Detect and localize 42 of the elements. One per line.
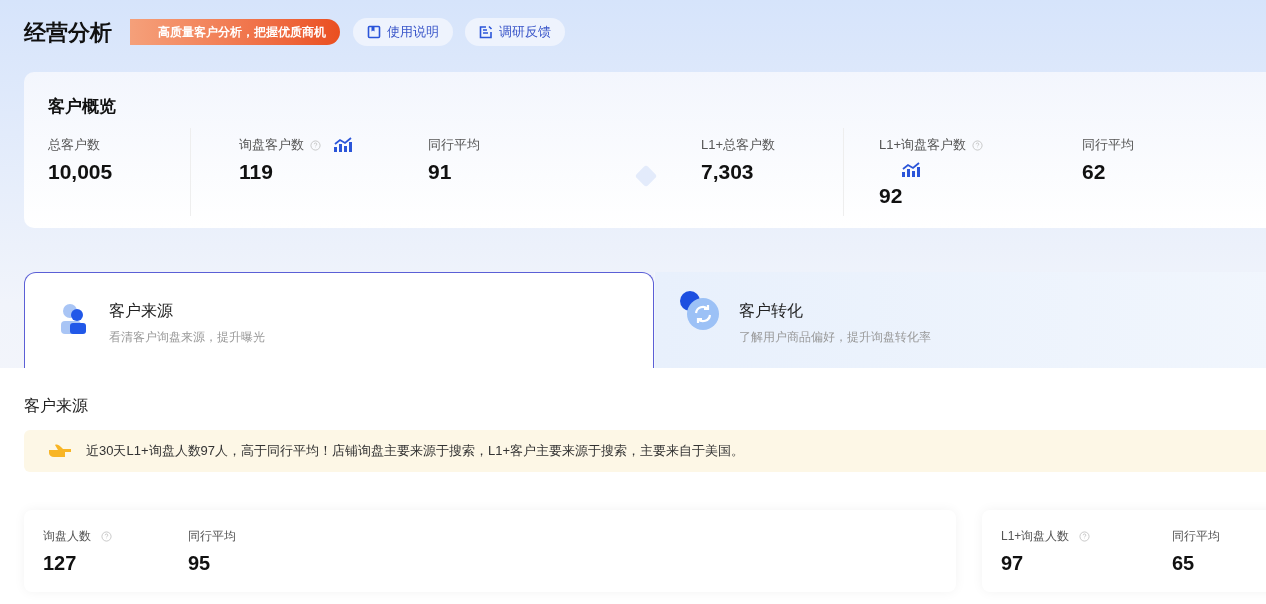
metric-value: 92 [879,183,904,209]
tab-subtitle: 看清客户询盘来源，提升曝光 [109,329,265,346]
help-icon [1079,530,1091,542]
book-icon [367,25,381,39]
help-icon [972,139,984,151]
metric-value: 7,303 [701,159,755,185]
header-button[interactable]: 使用说明 [353,18,453,46]
tab[interactable]: 客户转化 了解用户商品偏好，提升询盘转化率 [654,272,1266,368]
page-title: 经营分析 [24,18,112,47]
metric-label: 询盘客户数 [239,136,304,155]
metric-value: 95 [188,551,212,576]
help-icon [310,139,321,151]
tip-text: 近30天L1+询盘人数97人，高于同行平均！店铺询盘主要来源于搜索，L1+客户主要来源于搜索，主要来自于美国。 [86,442,745,461]
metric-label: 询盘人数 [43,528,91,545]
tab-title: 客户来源 [109,301,174,321]
metric-value: 10,005 [48,159,114,185]
promo-banner: 高质量客户分析，把握优质商机 [130,19,340,45]
pointing-hand-icon [48,443,72,459]
tab-title: 客户转化 [739,301,804,321]
metric-value: 65 [1172,551,1196,576]
metric-value: 127 [43,551,78,576]
metric-label: L1+询盘客户数 [879,136,967,155]
metric-label: 同行平均 [1082,136,1134,155]
metric-value: 91 [428,159,453,185]
metric-label: 同行平均 [188,528,236,545]
metric-label: 同行平均 [428,136,480,155]
metric-value: 97 [1001,551,1025,576]
tab[interactable]: 客户来源 看清客户询盘来源，提升曝光 [24,272,654,368]
metric-label: L1+询盘人数 [1001,528,1070,545]
tab-subtitle: 了解用户商品偏好，提升询盘转化率 [739,329,931,346]
help-icon [101,530,112,542]
metric-label: 总客户数 [48,136,100,155]
section-title: 客户来源 [24,396,89,416]
section-title: 客户概览 [48,96,117,116]
metric-value: 119 [239,159,274,185]
metric-label: L1+总客户数 [701,136,776,155]
header-button[interactable]: 调研反馈 [465,18,565,46]
bar-chart-icon[interactable] [901,162,921,178]
edit-icon [479,25,493,39]
bar-chart-icon[interactable] [333,137,353,153]
metric-value: 62 [1082,159,1107,185]
metric-label: 同行平均 [1172,528,1220,545]
